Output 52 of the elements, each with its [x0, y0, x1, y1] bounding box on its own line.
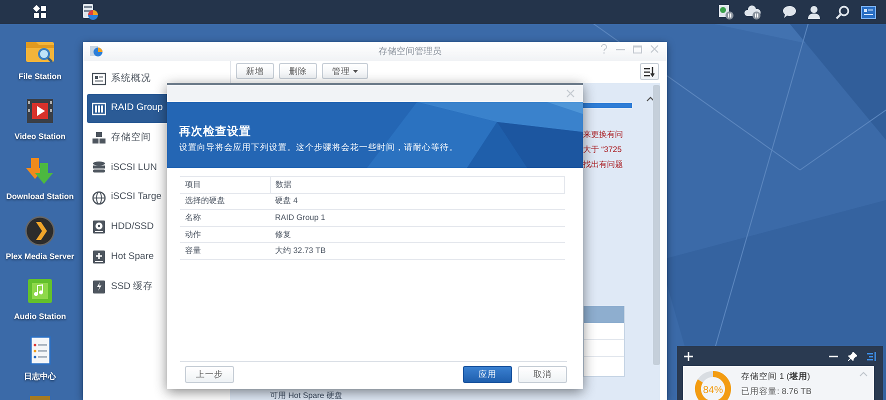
app-label[interactable]: Plex Media Server — [6, 251, 74, 263]
columns-icon — [92, 102, 106, 116]
column-header: 数据 — [270, 176, 564, 194]
app-label[interactable]: Video Station — [14, 131, 66, 143]
app-label[interactable]: Download Station — [6, 191, 74, 203]
section-label: 可用 Hot Spare 硬盘 — [270, 390, 342, 400]
warning-text: 大于 “3725 — [583, 144, 623, 156]
table-cell: 选择的硬盘 — [180, 193, 270, 210]
dialog-button[interactable]: 上一步 — [185, 366, 234, 383]
dropdown-button[interactable]: 管理 — [322, 63, 368, 79]
dialog-subtitle: 设置向导将会应用下列设置。这个步骤将会花一些时间，请耐心等待。 — [179, 141, 458, 154]
menu-icon[interactable] — [867, 352, 876, 360]
cubes-icon — [92, 131, 106, 146]
sync-status-icon[interactable] — [717, 2, 735, 22]
table-cell: 大约 32.73 TB — [270, 242, 564, 260]
app-logo-icon — [89, 44, 103, 58]
sidebar-item[interactable]: 系统概况 — [87, 64, 226, 94]
globe-icon — [92, 190, 106, 205]
usage-percent: 84% — [703, 385, 723, 396]
table-cell: 动作 — [180, 226, 270, 243]
used-capacity: 已用容量: 8.76 TB — [741, 384, 812, 398]
pin-icon[interactable] — [848, 352, 857, 360]
table-cell: 名称 — [180, 210, 270, 226]
volume-title: 存储空间 1 (堪用) — [741, 370, 812, 383]
column-header: 项目 — [180, 176, 270, 194]
usage-donut — [695, 371, 731, 400]
toolbar-button[interactable]: 删除 — [279, 63, 317, 79]
table-cell: 修复 — [270, 226, 564, 243]
sort-icon — [644, 66, 655, 76]
table-cell: 硬盘 4 — [270, 193, 564, 210]
scrollbar[interactable] — [653, 85, 660, 365]
app-label[interactable]: File Station — [18, 71, 62, 83]
app-label[interactable]: Audio Station — [14, 311, 66, 323]
warning-text: 找出有问题 — [583, 159, 623, 171]
window-title: 存储空间管理员 — [378, 44, 442, 58]
table-cell: RAID Group 1 — [270, 210, 564, 226]
dialog-button[interactable]: 应用 — [463, 366, 512, 383]
database-icon — [92, 160, 106, 175]
sort-button[interactable] — [640, 63, 659, 80]
warning-text: 来更换有问 — [583, 129, 623, 141]
add-icon[interactable] — [684, 352, 693, 360]
toolbar-button[interactable]: 新增 — [236, 63, 274, 79]
collapse-icon[interactable] — [646, 96, 655, 102]
table-cell: 容量 — [180, 242, 270, 260]
storage-app-icon[interactable] — [80, 2, 100, 22]
app-label[interactable]: 日志中心 — [24, 371, 56, 383]
dialog-button[interactable]: 取消 — [518, 366, 567, 383]
chevron-icon[interactable] — [23, 214, 57, 248]
card-icon — [92, 72, 106, 86]
sidebar-item[interactable]: SSD 缓存 — [87, 272, 226, 302]
dialog-title: 再次检查设置 — [179, 124, 252, 140]
caret-icon — [353, 70, 358, 72]
